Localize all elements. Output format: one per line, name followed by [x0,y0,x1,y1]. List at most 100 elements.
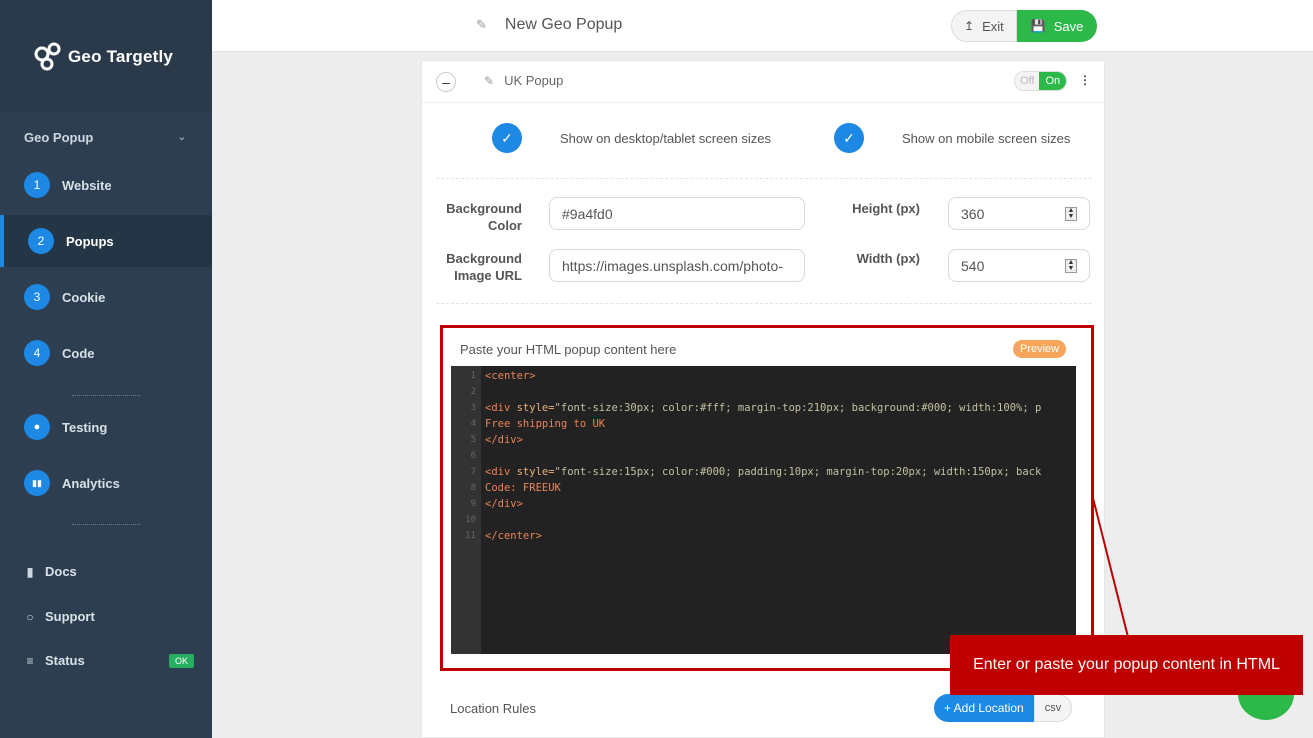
step-label: Cookie [62,289,106,305]
bg-image-label: Background Image URL [442,250,522,284]
code-line: 4 Free shipping to UK [451,416,1076,432]
step-number: 4 [24,340,50,366]
code-line: 9 </div> [451,496,1076,512]
html-content-label: Paste your HTML popup content here [460,342,677,357]
code-text: <div style="font-size:15px; color:#000; … [485,466,1042,478]
save-button[interactable]: 💾 Save [1016,10,1098,42]
link-label: Docs [45,564,77,579]
preview-button[interactable]: Preview [1013,340,1067,358]
step-number: 3 [24,284,50,310]
width-label: Width (px) [856,251,920,266]
save-label: Save [1053,18,1084,34]
line-number: 2 [470,387,476,397]
chevron-down-icon: ⌄ [177,132,186,143]
spinner-icon[interactable]: ▲ ▼ [1065,258,1077,273]
label-line: Background [446,201,522,216]
desktop-label: Show on desktop/tablet screen sizes [560,130,772,146]
code-line: 11 </center> [451,528,1076,544]
code-line: 5 </div> [451,432,1076,448]
code-text: <div style="font-size:30px; color:#fff; … [485,402,1042,414]
code-line: 2 [451,384,1076,400]
more-options-icon[interactable]: ⋮ [1079,73,1091,87]
section-title: Geo Popup [24,130,94,145]
code-text: Code: FREEUK [485,482,561,494]
sidebar-link-status[interactable]: ≡ Status OK [24,653,194,668]
width-value: 540 [961,257,985,274]
sidebar-step-code[interactable]: 4 Code [0,327,212,379]
sidebar-step-cookie[interactable]: 3 Cookie [0,271,212,323]
code-text: </div> [485,498,523,510]
link-label: Support [45,609,95,624]
line-number: 8 [470,483,476,493]
width-input[interactable]: 540 ▲ ▼ [948,249,1090,282]
geo-popup-section[interactable]: Geo Popup ⌄ [24,130,186,145]
sidebar-step-website[interactable]: 1 Website [0,159,212,211]
bg-image-url-input[interactable]: https://images.unsplash.com/photo- [549,249,805,282]
map-pin-logo-icon [34,42,61,70]
item-label: Analytics [62,475,120,491]
popup-name-text: UK Popup [504,73,564,88]
sidebar-item-testing[interactable]: ● Testing [0,401,212,453]
desktop-checkbox[interactable]: ✓ Show on desktop/tablet screen sizes [492,123,771,153]
line-number: 4 [470,419,476,429]
database-icon: ≡ [26,653,34,668]
code-line: 10 [451,512,1076,528]
sidebar-step-popups[interactable]: 2 Popups [0,215,212,267]
check-icon[interactable]: ✓ [834,123,864,153]
exit-label: Exit [982,18,1004,34]
code-text: Free shipping to UK [485,418,606,430]
label-line: Background [446,251,522,266]
save-icon: 💾 [1030,19,1046,33]
html-content-section: Paste your HTML popup content here Previ… [440,325,1094,671]
popup-card-header: – ✎ UK Popup Off On ⋮ [422,61,1104,103]
add-location-button[interactable]: + Add Location [934,694,1034,722]
mobile-checkbox[interactable]: ✓ Show on mobile screen sizes [834,123,1070,153]
brand-name: Geo Targetly [68,46,174,66]
csv-button[interactable]: csv [1033,694,1073,722]
line-number: 5 [470,435,476,445]
edit-icon[interactable]: ✎ [484,74,494,88]
code-text: </center> [485,530,542,542]
location-actions: + Add Location csv [934,694,1073,722]
sidebar-item-analytics[interactable]: ▮▮ Analytics [0,457,212,509]
line-number: 11 [465,531,476,541]
top-bar: ✎ New Geo Popup ↥ Exit 💾 Save [212,0,1313,52]
step-number: 1 [24,172,50,198]
spinner-icon[interactable]: ▲ ▼ [1065,206,1077,221]
edit-icon[interactable]: ✎ [476,17,487,33]
code-text: <center> [485,370,536,382]
logo[interactable]: Geo Targetly [0,0,212,113]
step-number: 2 [28,228,54,254]
check-icon[interactable]: ✓ [492,123,522,153]
bar-chart-icon: ▮▮ [24,470,50,496]
exit-button[interactable]: ↥ Exit [951,10,1017,42]
height-value: 360 [961,205,985,222]
divider [72,395,140,396]
bg-color-input[interactable]: #9a4fd0 [549,197,805,230]
toggle-on[interactable]: On [1039,72,1067,90]
toggle-off[interactable]: Off [1015,72,1040,90]
globe-icon: ● [24,414,50,440]
divider [72,524,140,525]
divider [436,178,1092,179]
code-line: 8 Code: FREEUK [451,480,1076,496]
line-number: 10 [465,515,476,525]
height-label: Height (px) [852,201,920,216]
code-line: 7 <div style="font-size:15px; color:#000;… [451,464,1076,480]
label-line: Image URL [454,268,522,283]
on-off-toggle[interactable]: Off On [1014,71,1068,91]
collapse-button[interactable]: – [436,72,456,92]
step-label: Code [62,345,95,361]
height-input[interactable]: 360 ▲ ▼ [948,197,1090,230]
sidebar-link-docs[interactable]: ▮ Docs [24,564,194,579]
step-label: Website [62,177,112,193]
status-badge: OK [168,653,194,668]
code-line: 1 <center> [451,368,1076,384]
location-rules-label: Location Rules [450,701,536,716]
html-code-editor[interactable]: 1 <center> 2 3 <div style="font-size:30px; c… [451,366,1076,654]
callout-pointer [1092,497,1129,638]
sidebar-link-support[interactable]: ○ Support [24,609,194,624]
